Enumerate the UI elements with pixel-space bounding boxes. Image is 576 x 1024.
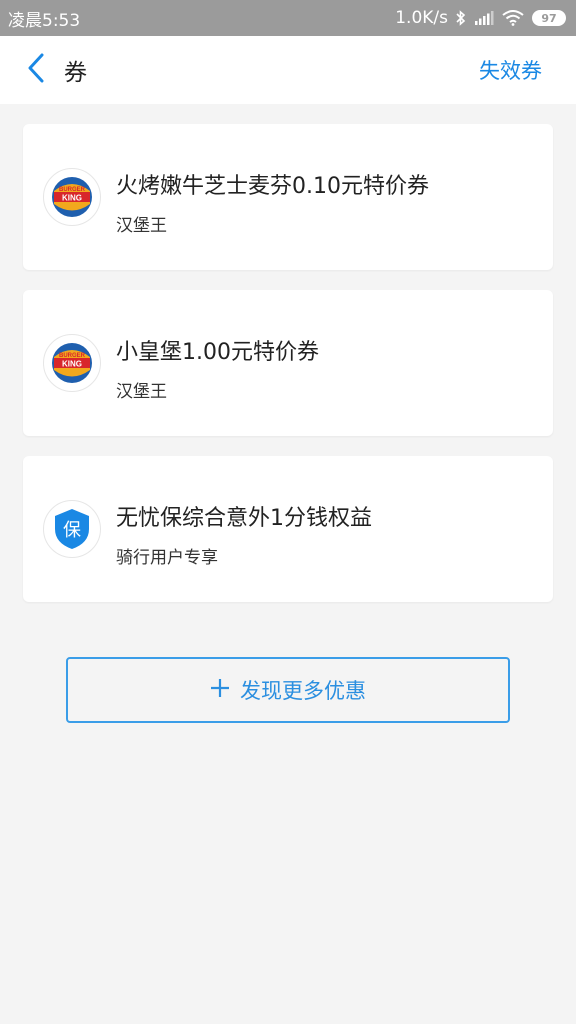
discover-more-button[interactable]: 发现更多优惠 — [66, 657, 510, 723]
svg-text:BURGER: BURGER — [59, 353, 86, 359]
shield-icon: 保 — [43, 500, 101, 558]
coupon-merchant: 骑行用户专享 — [116, 548, 218, 568]
battery-icon: 97 — [532, 10, 566, 26]
back-button[interactable] — [12, 36, 60, 104]
page-title: 券 — [64, 60, 87, 86]
svg-text:BURGER: BURGER — [59, 187, 86, 193]
status-time: 凌晨5:53 — [8, 10, 81, 31]
svg-text:KING: KING — [62, 194, 82, 203]
burger-king-logo-icon: BURGER KING — [43, 168, 101, 226]
coupon-title: 火烤嫩牛芝士麦芬0.10元特价券 — [116, 174, 429, 199]
discover-more-label: 发现更多优惠 — [240, 679, 366, 703]
chevron-left-icon — [27, 53, 45, 87]
coupon-merchant: 汉堡王 — [116, 382, 167, 402]
burger-king-logo-icon: BURGER KING — [43, 334, 101, 392]
shield-logo-text: 保 — [63, 520, 81, 541]
coupon-card[interactable]: BURGER KING 小皇堡1.00元特价券 汉堡王 — [23, 290, 553, 436]
svg-text:KING: KING — [62, 360, 82, 369]
coupon-card[interactable]: BURGER KING 火烤嫩牛芝士麦芬0.10元特价券 汉堡王 — [23, 124, 553, 270]
coupon-title: 无忧保综合意外1分钱权益 — [116, 506, 372, 531]
nav-bar: 券 失效券 — [0, 36, 576, 104]
net-speed: 1.0K/s — [395, 8, 448, 28]
bluetooth-icon — [456, 9, 466, 27]
plus-icon — [210, 678, 230, 703]
coupon-title: 小皇堡1.00元特价券 — [116, 340, 319, 365]
expired-coupons-link[interactable]: 失效券 — [479, 55, 542, 85]
coupon-merchant: 汉堡王 — [116, 216, 167, 236]
coupon-card[interactable]: 保 无忧保综合意外1分钱权益 骑行用户专享 — [23, 456, 553, 602]
signal-icon — [474, 11, 494, 25]
wifi-icon — [502, 10, 524, 26]
status-icons: 1.0K/s 97 — [395, 8, 566, 28]
status-bar: 凌晨5:53 1.0K/s 97 — [0, 0, 576, 36]
